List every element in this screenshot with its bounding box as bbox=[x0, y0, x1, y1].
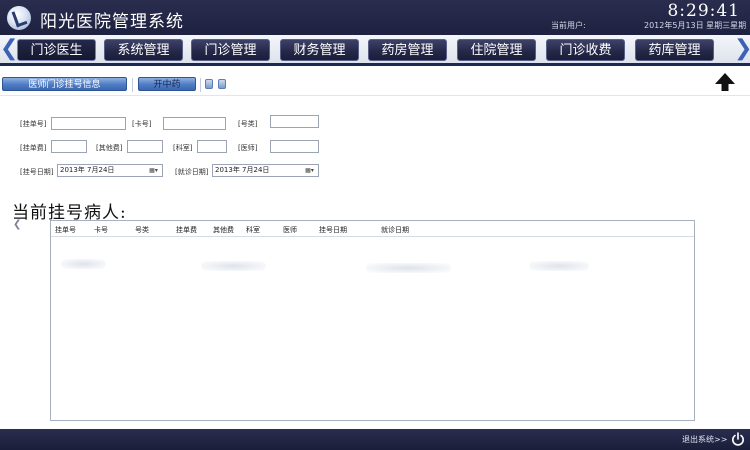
calendar-dropdown-icon[interactable]: ▦▾ bbox=[303, 166, 316, 175]
tab-inpatient-management[interactable]: 住院管理 bbox=[457, 39, 536, 61]
card-no-input[interactable] bbox=[163, 117, 226, 130]
current-user-value bbox=[610, 20, 620, 28]
tab-outpatient-billing[interactable]: 门诊收费 bbox=[546, 39, 625, 61]
watermark-smudge bbox=[201, 261, 266, 271]
toolbar-divider bbox=[132, 78, 133, 92]
power-icon[interactable] bbox=[730, 431, 746, 447]
visit-date-label: [就诊日期] bbox=[175, 168, 209, 176]
logout-link[interactable]: 退出系统>> bbox=[682, 434, 727, 445]
watermark-smudge bbox=[529, 261, 589, 271]
collapse-up-arrow-icon[interactable] bbox=[712, 70, 738, 96]
reg-no-label: [挂单号] bbox=[20, 120, 47, 128]
tab-finance-management[interactable]: 财务管理 bbox=[280, 39, 359, 61]
status-bar: 退出系统>> bbox=[0, 429, 750, 450]
current-user-label: 当前用户: bbox=[551, 21, 586, 30]
column-header-other-fee[interactable]: 其他费 bbox=[213, 225, 234, 235]
tab-drug-store-management[interactable]: 药库管理 bbox=[635, 39, 714, 61]
doctor-registration-button[interactable]: 医师门诊挂号信息 bbox=[2, 77, 127, 91]
card-no-label: [卡号] bbox=[132, 120, 152, 128]
reg-date-label: [挂号日期] bbox=[20, 168, 54, 176]
hospital-logo-icon bbox=[7, 6, 31, 30]
side-collapse-chevron-icon[interactable]: ❮ bbox=[13, 219, 21, 230]
column-header-reg-fee[interactable]: 挂单费 bbox=[176, 225, 197, 235]
reg-no-input[interactable] bbox=[51, 117, 126, 130]
watermark-smudge bbox=[61, 259, 106, 269]
type-input[interactable] bbox=[270, 115, 319, 128]
app-title: 阳光医院管理系统 bbox=[40, 12, 184, 32]
reg-fee-label: [挂单费] bbox=[20, 144, 47, 152]
reg-date-value: 2013年 7月24日 bbox=[60, 166, 115, 174]
tab-pharmacy-management[interactable]: 药房管理 bbox=[368, 39, 447, 61]
doctor-input[interactable] bbox=[270, 140, 319, 153]
toolbar-separator bbox=[0, 95, 750, 96]
tab-outpatient-doctor[interactable]: 门诊医生 bbox=[17, 39, 96, 61]
type-label: [号类] bbox=[238, 120, 258, 128]
other-fee-input[interactable] bbox=[127, 140, 163, 153]
column-header-reg-date[interactable]: 挂号日期 bbox=[319, 225, 347, 235]
column-header-doctor[interactable]: 医师 bbox=[283, 225, 297, 235]
column-header-type[interactable]: 号类 bbox=[135, 225, 149, 235]
calendar-dropdown-icon[interactable]: ▦▾ bbox=[147, 166, 160, 175]
toolbar-small-button-2[interactable] bbox=[218, 79, 226, 89]
department-input[interactable] bbox=[197, 140, 227, 153]
toolbar: 医师门诊挂号信息 开中药 bbox=[0, 75, 750, 97]
tab-system-management[interactable]: 系统管理 bbox=[104, 39, 183, 61]
column-header-reg-no[interactable]: 挂单号 bbox=[55, 225, 76, 235]
reg-fee-input[interactable] bbox=[51, 140, 87, 153]
tab-outpatient-management[interactable]: 门诊管理 bbox=[191, 39, 270, 61]
toolbar-divider bbox=[200, 78, 201, 92]
column-header-card-no[interactable]: 卡号 bbox=[94, 225, 108, 235]
column-header-department[interactable]: 科室 bbox=[246, 225, 260, 235]
doctor-label: [医师] bbox=[238, 144, 258, 152]
other-fee-label: [其他费] bbox=[96, 144, 123, 152]
visit-date-picker[interactable]: 2013年 7月24日 ▦▾ bbox=[212, 164, 319, 177]
department-label: [科室] bbox=[173, 144, 193, 152]
prescribe-chinese-medicine-button[interactable]: 开中药 bbox=[138, 77, 196, 91]
column-header-visit-date[interactable]: 就诊日期 bbox=[381, 225, 409, 235]
current-date: 2012年5月13日 星期三星期 bbox=[644, 21, 747, 30]
reg-date-picker[interactable]: 2013年 7月24日 ▦▾ bbox=[57, 164, 163, 177]
watermark-smudge bbox=[366, 263, 451, 273]
title-bar: 阳光医院管理系统 8:29:41 当前用户: 2012年5月13日 星期三星期 bbox=[0, 0, 750, 35]
clock: 8:29:41 bbox=[667, 1, 740, 21]
nav-left-chevron-icon[interactable]: ❮ bbox=[0, 37, 18, 61]
toolbar-small-button-1[interactable] bbox=[205, 79, 213, 89]
nav-right-chevron-icon[interactable]: ❯ bbox=[734, 37, 750, 61]
table-header: 挂单号 卡号 号类 挂单费 其他费 科室 医师 挂号日期 就诊日期 bbox=[51, 221, 694, 237]
visit-date-value: 2013年 7月24日 bbox=[215, 166, 270, 174]
patient-table[interactable]: 挂单号 卡号 号类 挂单费 其他费 科室 医师 挂号日期 就诊日期 bbox=[50, 220, 695, 421]
main-nav: ❮ 门诊医生 系统管理 门诊管理 财务管理 药房管理 住院管理 门诊收费 药库管… bbox=[0, 35, 750, 66]
